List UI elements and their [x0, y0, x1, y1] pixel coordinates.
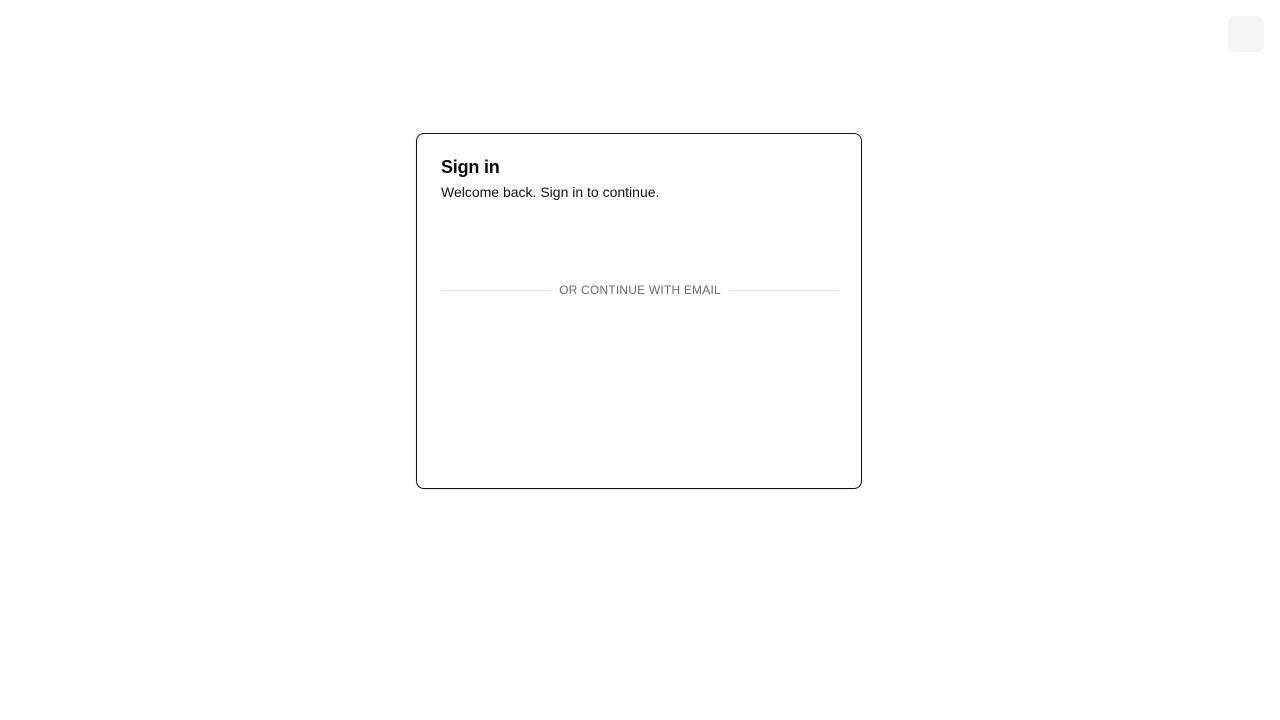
divider-line-left — [441, 289, 552, 291]
page: Sign in Welcome back. Sign in to continu… — [0, 0, 1280, 720]
divider-label: OR CONTINUE WITH EMAIL — [559, 283, 721, 297]
signin-card: Sign in Welcome back. Sign in to continu… — [416, 133, 862, 489]
email-divider: OR CONTINUE WITH EMAIL — [441, 281, 839, 299]
divider-line-right — [728, 289, 839, 291]
theme-toggle-button[interactable] — [1228, 16, 1264, 52]
signin-subtitle: Welcome back. Sign in to continue. — [441, 184, 660, 200]
signin-title: Sign in — [441, 157, 500, 177]
